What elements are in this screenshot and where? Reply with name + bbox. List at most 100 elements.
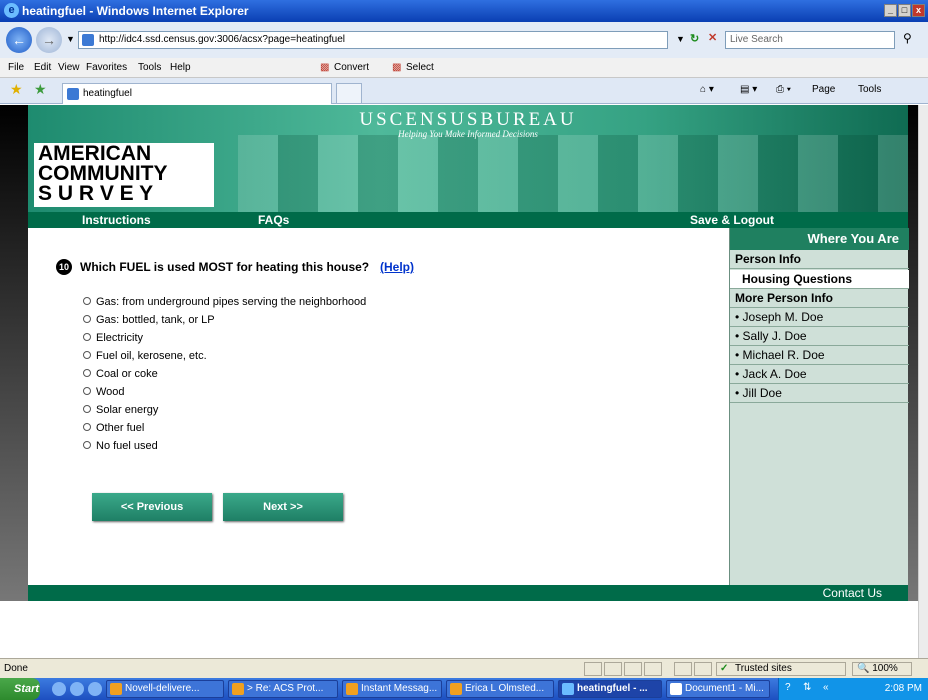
option-other-fuel[interactable]: Other fuel	[83, 421, 144, 437]
page-side-band-right	[908, 105, 918, 601]
next-button[interactable]: Next >>	[223, 493, 343, 521]
option-label: Solar energy	[96, 404, 159, 416]
nav-instructions[interactable]: Instructions	[82, 213, 151, 227]
tab-heatingfuel[interactable]: heatingfuel	[62, 83, 332, 104]
radio-button[interactable]	[83, 315, 91, 323]
option-solar[interactable]: Solar energy	[83, 403, 158, 419]
help-tray-icon[interactable]: ?	[785, 682, 791, 693]
status-pane	[604, 662, 622, 676]
select-button[interactable]: Select	[406, 62, 434, 73]
home-icon[interactable]: ⌂ ▾	[700, 84, 714, 95]
radio-button[interactable]	[83, 351, 91, 359]
sidebar-item-jill[interactable]: • Jill Doe	[730, 384, 909, 403]
print-icon[interactable]: ⎙ ▾	[776, 84, 791, 95]
tools-menu[interactable]: Tools	[858, 84, 881, 95]
security-zone[interactable]: ✓ Trusted sites	[716, 662, 846, 676]
forward-button[interactable]: →	[36, 27, 62, 53]
acs-logo: AMERICAN COMMUNITY S U R V E Y	[34, 143, 214, 207]
radio-button[interactable]	[83, 369, 91, 377]
status-pane	[694, 662, 712, 676]
task-novell[interactable]: Novell-delivere...	[106, 680, 224, 698]
ie-quicklaunch-icon[interactable]	[52, 682, 66, 696]
sidebar-item-more-person-info[interactable]: More Person Info	[730, 289, 909, 308]
radio-button[interactable]	[83, 441, 91, 449]
page-icon	[82, 34, 94, 46]
search-icon[interactable]: ⚲	[903, 31, 912, 45]
option-electricity[interactable]: Electricity	[83, 331, 143, 347]
radio-button[interactable]	[83, 333, 91, 341]
option-coal[interactable]: Coal or coke	[83, 367, 158, 383]
sidebar-item-michael[interactable]: • Michael R. Doe	[730, 346, 909, 365]
system-tray: ? ⇅ « 2:08 PM	[778, 678, 928, 700]
site-footer: Contact Us	[28, 585, 908, 601]
vertical-scrollbar[interactable]	[918, 105, 928, 658]
menu-view[interactable]: View	[58, 62, 80, 73]
search-input[interactable]: Live Search	[725, 31, 895, 49]
sidebar-item-jack[interactable]: • Jack A. Doe	[730, 365, 909, 384]
nav-faqs[interactable]: FAQs	[258, 213, 289, 227]
task-label: Instant Messag...	[361, 683, 438, 694]
task-erica[interactable]: Erica L Olmsted...	[446, 680, 554, 698]
tab-label: heatingfuel	[83, 88, 132, 99]
nav-save-logout[interactable]: Save & Logout	[690, 213, 774, 227]
new-tab-button[interactable]	[336, 83, 362, 104]
radio-button[interactable]	[83, 297, 91, 305]
radio-button[interactable]	[83, 387, 91, 395]
radio-button[interactable]	[83, 423, 91, 431]
menu-file[interactable]: File	[8, 62, 24, 73]
task-heatingfuel[interactable]: heatingfuel - ...	[558, 680, 662, 698]
logo-line-1: AMERICAN	[38, 142, 152, 165]
start-button[interactable]: Start	[0, 678, 40, 700]
help-link[interactable]: (Help)	[380, 260, 414, 274]
option-label: Electricity	[96, 332, 144, 344]
minimize-button[interactable]: _	[884, 4, 897, 17]
tray-icon[interactable]: ⇅	[803, 682, 811, 693]
option-no-fuel[interactable]: No fuel used	[83, 439, 158, 455]
previous-button[interactable]: << Previous	[92, 493, 212, 521]
status-pane	[674, 662, 692, 676]
select-icon: ▩	[392, 62, 402, 73]
menu-tools[interactable]: Tools	[138, 62, 161, 73]
radio-button[interactable]	[83, 405, 91, 413]
menu-edit[interactable]: Edit	[34, 62, 51, 73]
page-menu[interactable]: Page	[812, 84, 835, 95]
add-favorites-icon[interactable]: ★	[34, 81, 47, 98]
option-wood[interactable]: Wood	[83, 385, 125, 401]
history-dropdown-icon[interactable]: ▼	[66, 34, 75, 44]
favorites-star-icon[interactable]: ★	[10, 81, 23, 98]
option-gas-bottled[interactable]: Gas: bottled, tank, or LP	[83, 313, 215, 329]
site-nav-bar: Instructions FAQs Save & Logout	[28, 212, 908, 228]
task-document1[interactable]: Document1 - Mi...	[666, 680, 770, 698]
stop-icon[interactable]: ✕	[708, 31, 717, 44]
zoom-level[interactable]: 🔍 100%	[852, 662, 912, 676]
menu-help[interactable]: Help	[170, 62, 191, 73]
option-fuel-oil[interactable]: Fuel oil, kerosene, etc.	[83, 349, 207, 365]
feeds-icon[interactable]: ▤ ▾	[740, 84, 757, 95]
logo-line-3: S U R V E Y	[38, 182, 154, 205]
task-label: Document1 - Mi...	[685, 683, 764, 694]
address-dropdown-icon[interactable]: ▼	[676, 34, 685, 44]
contact-us-link[interactable]: Contact Us	[823, 586, 882, 600]
sidebar-item-person-info[interactable]: Person Info	[730, 250, 909, 269]
maximize-button[interactable]: □	[898, 4, 911, 17]
question-panel: 10 Which FUEL is used MOST for heating t…	[28, 228, 729, 585]
quicklaunch-icon[interactable]	[70, 682, 84, 696]
option-label: Coal or coke	[96, 368, 158, 380]
page-side-band-left	[0, 105, 28, 601]
convert-button[interactable]: Convert	[334, 62, 369, 73]
option-label: Gas: from underground pipes serving the …	[96, 296, 367, 308]
task-re-acs[interactable]: > Re: ACS Prot...	[228, 680, 338, 698]
close-button[interactable]: x	[912, 4, 925, 17]
tray-expand-icon[interactable]: «	[823, 682, 829, 693]
zoom-icon: 🔍	[857, 663, 870, 674]
sidebar-item-housing-questions[interactable]: Housing Questions	[730, 270, 909, 289]
address-bar[interactable]: http://idc4.ssd.census.gov:3006/acsx?pag…	[78, 31, 668, 49]
sidebar-item-joseph[interactable]: • Joseph M. Doe	[730, 308, 909, 327]
sidebar-item-sally[interactable]: • Sally J. Doe	[730, 327, 909, 346]
task-instant-messag[interactable]: Instant Messag...	[342, 680, 442, 698]
quicklaunch-icon[interactable]	[88, 682, 102, 696]
refresh-icon[interactable]: ↻	[690, 32, 699, 45]
back-button[interactable]: ←	[6, 27, 32, 53]
option-gas-pipes[interactable]: Gas: from underground pipes serving the …	[83, 295, 366, 311]
menu-favorites[interactable]: Favorites	[86, 62, 127, 73]
